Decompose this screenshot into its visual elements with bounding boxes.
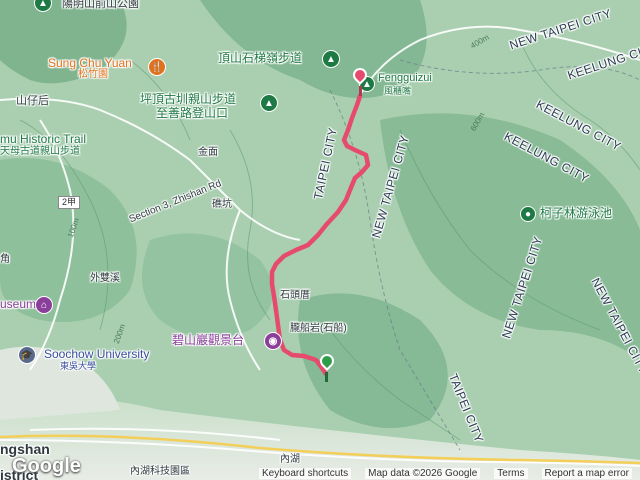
label-soochow-zh: 東吳大學 <box>60 361 97 371</box>
label-pingding-1[interactable]: 坪頂古圳親山步道 <box>140 93 236 105</box>
label-pingding-2: 至善路登山口 <box>156 106 229 120</box>
label-fengguizui-en[interactable]: Fengguizui <box>378 73 432 84</box>
label-neihu: 內湖 <box>280 454 300 465</box>
label-ding-shan[interactable]: 頂山石梯嶺步道 <box>218 52 302 64</box>
park-icon[interactable]: ▲ <box>322 50 340 68</box>
route-end-dot <box>359 86 362 96</box>
keyboard-shortcuts-link[interactable]: Keyboard shortcuts <box>258 467 352 479</box>
label-jinmian: 金面 <box>198 147 218 158</box>
park-icon[interactable]: ▲ <box>260 94 278 112</box>
label-waishuangxi: 外雙溪 <box>90 273 120 284</box>
school-icon[interactable]: 🎓 <box>18 346 36 364</box>
park-icon[interactable]: ● <box>520 206 536 222</box>
restaurant-icon[interactable]: 🍴 <box>148 58 166 76</box>
route-start-dot <box>325 372 328 382</box>
report-map-error-link[interactable]: Report a map error <box>541 467 632 479</box>
label-historic-trail[interactable]: mu Historic Trail <box>0 133 86 145</box>
map-data-attribution: Map data ©2026 Google <box>365 467 481 479</box>
terms-link[interactable]: Terms <box>494 467 528 479</box>
label-yikeng: 礁坑 <box>212 199 232 210</box>
label-fengguizui-zh: 風櫃嘴 <box>384 86 412 96</box>
road-shield-2jia: 2甲 <box>58 196 81 209</box>
label-museum[interactable]: useum <box>0 298 36 310</box>
label-kezilin[interactable]: 柯子林游泳池 <box>540 207 612 219</box>
label-sung-chu-yuan-en[interactable]: Sung Chu Yuan <box>48 57 132 69</box>
museum-icon[interactable]: ⌂ <box>35 296 53 314</box>
label-tianmu-zh: 天母古道親山步道 <box>0 146 80 157</box>
label-sung-chu-yuan-zh: 松竹園 <box>78 69 108 80</box>
map-canvas[interactable]: ▲ 陽明山前山公園 ▲ 頂山石梯嶺步道 ▲ Fengguizui 風櫃嘴 🍴 S… <box>0 0 640 480</box>
label-shitouping: 石頭厝 <box>280 290 310 301</box>
label-shanzihou: 山仔后 <box>16 95 49 107</box>
label-bishanyan[interactable]: 碧山巖觀景台 <box>172 334 244 346</box>
label-gshan: ngshan <box>0 441 50 457</box>
label-soochow-en[interactable]: Soochow University <box>44 348 149 360</box>
label-jiao: 角 <box>0 254 10 265</box>
label-chuanchuanyan: 朧船岩(石船) <box>290 323 347 334</box>
label-yangmingshan: 陽明山前山公園 <box>62 0 139 10</box>
viewpoint-icon[interactable]: ◉ <box>264 332 282 350</box>
map-footer: Keyboard shortcuts Map data ©2026 Google… <box>0 466 640 480</box>
